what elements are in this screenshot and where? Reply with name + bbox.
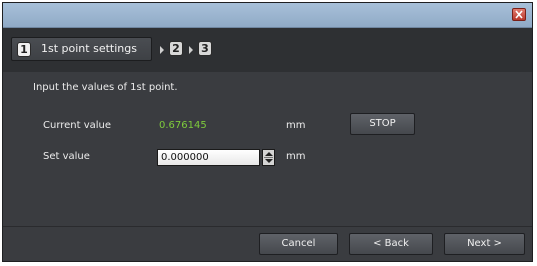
- step-1-tab[interactable]: 1 1st point settings: [11, 37, 152, 61]
- chevron-right-icon: [189, 46, 193, 54]
- step-1-label: 1st point settings: [41, 42, 137, 55]
- back-button[interactable]: < Back: [349, 233, 433, 255]
- spin-up-icon[interactable]: [265, 152, 273, 156]
- stop-button[interactable]: STOP: [350, 113, 415, 135]
- current-value-unit: mm: [286, 120, 306, 131]
- settings-dialog: 1 1st point settings 2 3 Input the value…: [2, 2, 533, 262]
- step-1-number: 1: [17, 42, 31, 57]
- set-value-unit: mm: [286, 151, 306, 162]
- close-icon: [515, 10, 523, 19]
- set-value-input[interactable]: 0.000000: [157, 149, 260, 166]
- step-3-number[interactable]: 3: [198, 41, 212, 56]
- spin-divider: [264, 157, 273, 158]
- step-2-number[interactable]: 2: [169, 41, 183, 56]
- set-value-label: Set value: [43, 151, 90, 162]
- current-value-readout: 0.676145: [159, 120, 207, 131]
- set-value-stepper[interactable]: [262, 149, 275, 166]
- title-bar: [3, 3, 532, 28]
- current-value-label: Current value: [43, 120, 112, 131]
- spin-down-icon[interactable]: [265, 159, 273, 163]
- close-button[interactable]: [512, 8, 526, 21]
- next-button[interactable]: Next >: [444, 233, 525, 255]
- chevron-right-icon: [160, 46, 164, 54]
- cancel-button[interactable]: Cancel: [259, 233, 338, 255]
- footer-divider: [3, 226, 532, 227]
- instruction-text: Input the values of 1st point.: [33, 82, 178, 93]
- steps-bar: 1 1st point settings 2 3: [3, 28, 532, 72]
